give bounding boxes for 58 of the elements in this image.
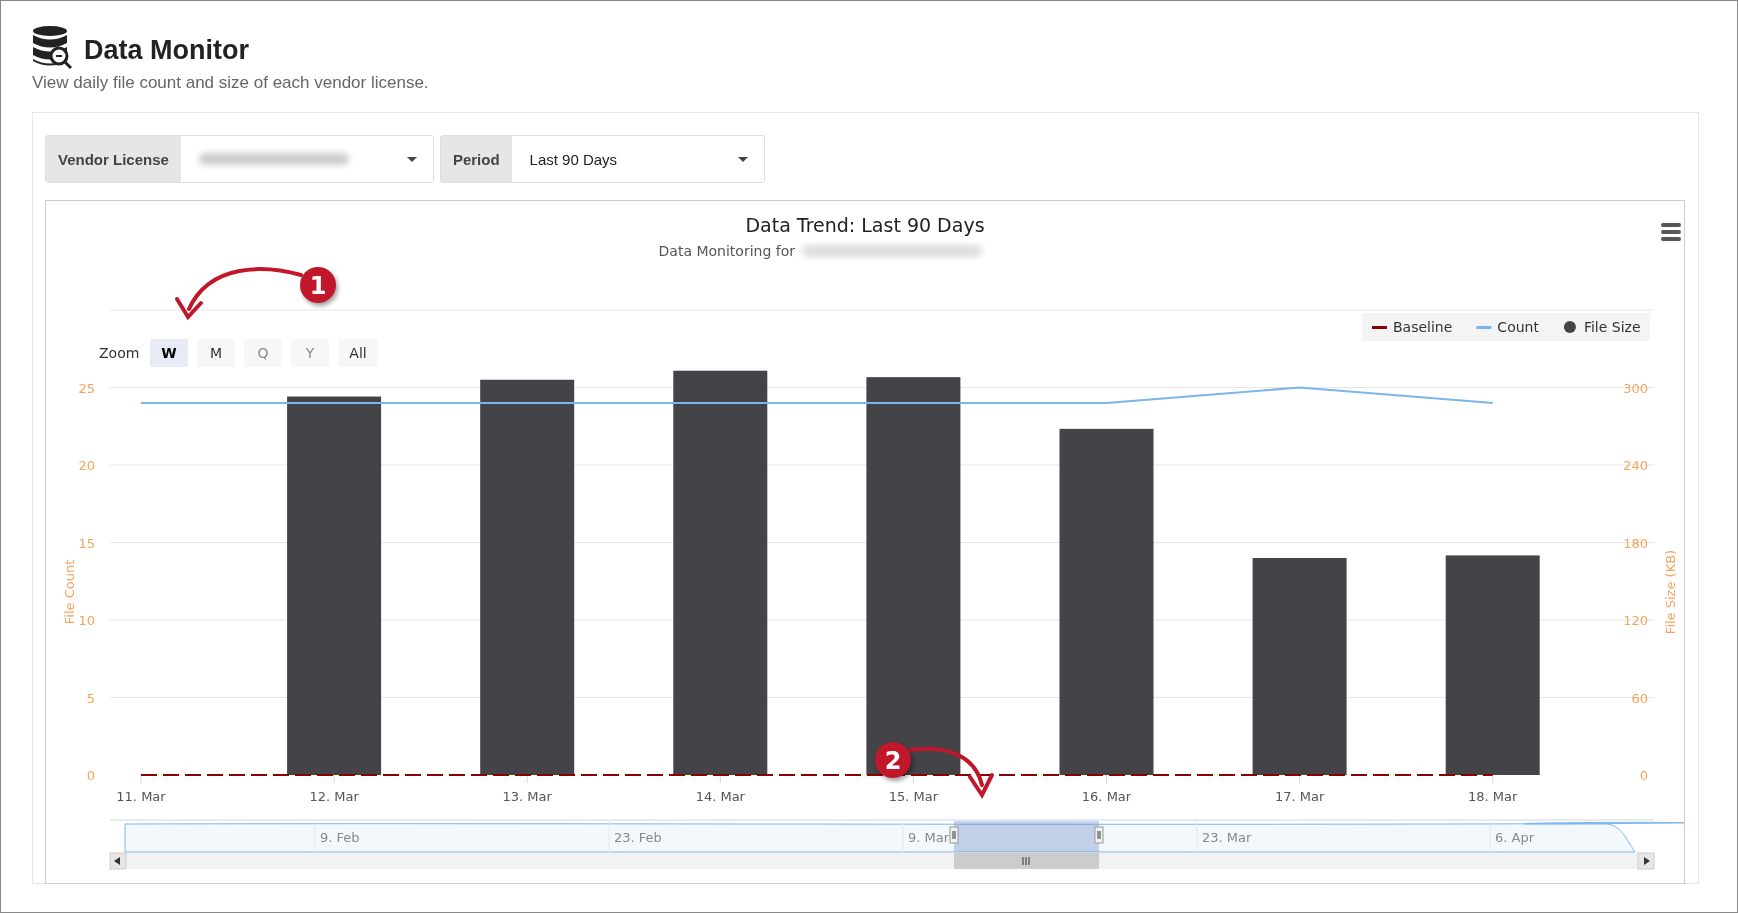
legend-item[interactable]: Baseline [1372, 319, 1453, 335]
axis-label: 11. Mar [116, 789, 166, 804]
axis-label: 15 [78, 535, 95, 551]
filter-label: Vendor License [46, 136, 181, 182]
legend-label: Count [1497, 319, 1540, 335]
axis-label: 20 [78, 458, 95, 473]
page-description: View daily file count and size of each vendor license. [32, 73, 430, 93]
navigator-handle[interactable] [949, 826, 959, 844]
legend-label: Baseline [1393, 319, 1453, 335]
database-search-icon [32, 25, 72, 69]
axis-title: File Count [62, 559, 77, 625]
callout-badge [875, 742, 911, 778]
zoom-button: Q [244, 339, 282, 367]
axis-label: 9. Feb [320, 830, 360, 845]
axis-label: 14. Mar [695, 789, 745, 804]
axis-label: 15. Mar [888, 789, 939, 804]
caret-icon [406, 156, 417, 162]
axis-label: 9. Mar [908, 830, 950, 845]
axis-label: 16. Mar [1081, 789, 1132, 804]
scroll-right-icon[interactable] [1637, 852, 1655, 870]
zoom-button[interactable]: M [197, 339, 235, 367]
axis-label: 5 [86, 690, 95, 706]
zoom-button: Y [291, 339, 329, 367]
axis-label: 13. Mar [502, 789, 552, 804]
axis-label: 0 [86, 768, 95, 783]
zoom-label: Zoom [99, 345, 140, 361]
callout-number: 2 [884, 747, 902, 775]
legend-item[interactable]: File Size [1563, 319, 1641, 335]
navigator-handle[interactable] [1094, 826, 1104, 844]
scroll-left-icon[interactable] [109, 852, 127, 870]
axis-label: 6. Apr [1495, 830, 1535, 845]
axis-label: 23. Feb [614, 830, 662, 845]
callout-number: 1 [309, 272, 327, 300]
legend-item[interactable]: Count [1476, 319, 1539, 335]
zoom-button[interactable]: All [338, 339, 378, 367]
caret-icon [737, 156, 748, 162]
axis-label: 18. Mar [1468, 789, 1518, 804]
axis-label: 10 [78, 613, 95, 628]
chart-subtitle: Data Monitoring for [658, 243, 795, 259]
axis-title: File Size (KB) [1663, 549, 1678, 635]
axis-label: 12. Mar [309, 789, 359, 804]
menu-icon[interactable] [1661, 223, 1681, 241]
filter-label: Period [440, 136, 512, 182]
axis-label: 300 [1623, 380, 1648, 396]
axis-label: 0 [1639, 768, 1648, 783]
axis-label: 23. Mar [1202, 830, 1252, 845]
legend-label: File Size [1583, 319, 1641, 335]
axis-label: 240 [1623, 458, 1648, 473]
axis-label: 17. Mar [1274, 789, 1325, 804]
axis-label: 25 [78, 380, 95, 396]
chart-title: Data Trend: Last 90 Days [745, 214, 985, 236]
zoom-button[interactable]: W [150, 339, 188, 367]
callout-badge [300, 267, 336, 303]
page-title: Data Monitor [84, 34, 249, 66]
scrollbar-thumb[interactable] [954, 853, 1099, 869]
axis-label: 60 [1631, 690, 1648, 706]
axis-label: 180 [1623, 535, 1648, 551]
axis-label: 120 [1623, 613, 1648, 628]
